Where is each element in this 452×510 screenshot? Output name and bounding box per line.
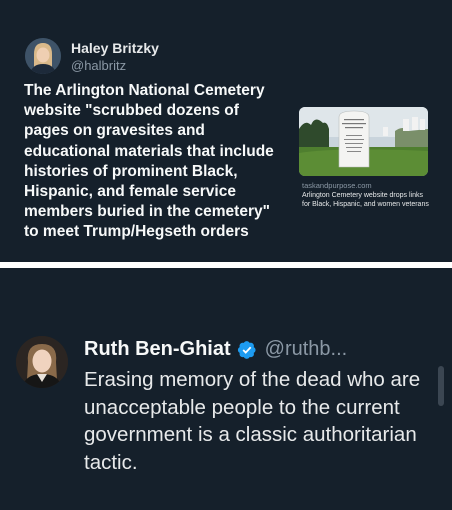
post-haley-britzky: Haley Britzky @halbritz The Arlington Na… [0,0,452,262]
headstone-photo-icon [299,107,428,176]
author-handle[interactable]: @ruthb... [265,338,348,361]
post-text: The Arlington National Cemetery website … [24,82,274,241]
link-preview-card[interactable]: taskandpurpose.com Arlington Cemetery we… [299,107,430,209]
link-title[interactable]: Arlington Cemetery website drops links f… [302,191,430,209]
author-name[interactable]: Haley Britzky [71,40,159,56]
post-text: Erasing memory of the dead who are unacc… [84,368,421,474]
avatar-photo-icon [25,38,61,74]
author-name[interactable]: Ruth Ben-Ghiat [84,338,231,361]
link-preview-image[interactable] [299,107,428,176]
post-ruth-ben-ghiat: Ruth Ben-Ghiat @ruthb... Erasing memory … [0,268,452,510]
avatar[interactable] [25,38,61,74]
verified-badge-icon [237,340,256,359]
avatar-photo-icon [16,336,68,388]
scrollbar[interactable] [438,366,444,406]
author-handle[interactable]: @halbritz [71,58,126,73]
avatar[interactable] [16,336,68,388]
post-header: Ruth Ben-Ghiat @ruthb... [84,338,347,361]
link-domain: taskandpurpose.com [302,181,372,190]
